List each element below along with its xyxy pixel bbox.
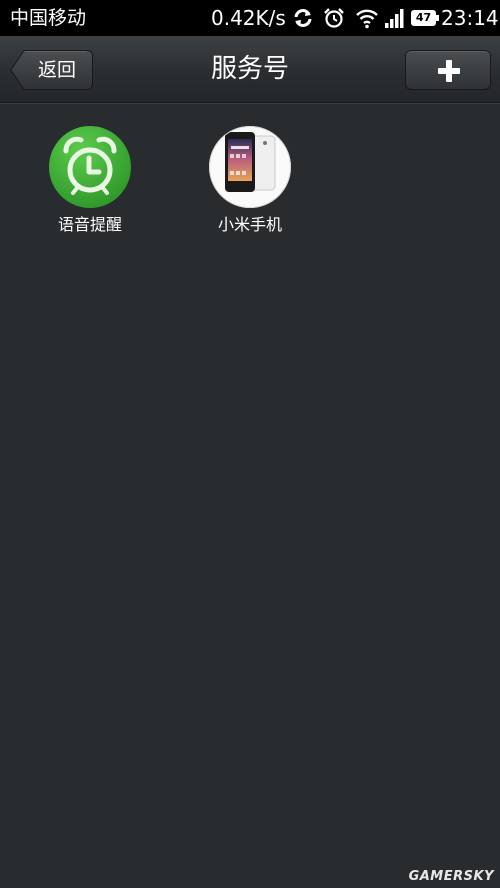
alarm-clock-icon bbox=[49, 126, 131, 208]
sync-icon bbox=[294, 9, 312, 27]
add-button[interactable] bbox=[405, 50, 491, 90]
clock-time: 23:14 bbox=[441, 6, 499, 30]
battery-level: 47 bbox=[415, 11, 432, 24]
service-item-voice-reminder[interactable]: 语音提醒 bbox=[30, 126, 150, 246]
carrier-name: 中国移动 bbox=[10, 7, 87, 29]
wifi-icon bbox=[356, 9, 378, 29]
plus-icon bbox=[438, 60, 460, 82]
service-label: 语音提醒 bbox=[57, 215, 122, 234]
phone-thumbnail-icon bbox=[209, 126, 291, 208]
status-bar: 中国移动 0.42K/s 47 23:14 bbox=[0, 0, 500, 36]
network-speed: 0.42K/s bbox=[211, 6, 286, 30]
service-label: 小米手机 bbox=[217, 215, 282, 234]
screen: 中国移动 0.42K/s 47 23:14 返回 服务号 语音提醒 小米手机 G… bbox=[0, 0, 500, 888]
back-button-label: 返回 bbox=[38, 59, 77, 81]
alarm-icon bbox=[324, 8, 344, 28]
battery-icon: 47 bbox=[411, 10, 439, 26]
signal-icon bbox=[385, 9, 404, 28]
title-bar: 返回 服务号 bbox=[0, 36, 500, 103]
back-button[interactable]: 返回 bbox=[10, 50, 93, 90]
watermark: GAMERSKY bbox=[408, 869, 494, 884]
page-title: 服务号 bbox=[210, 54, 289, 84]
service-item-xiaomi-phone[interactable]: 小米手机 bbox=[190, 126, 310, 246]
